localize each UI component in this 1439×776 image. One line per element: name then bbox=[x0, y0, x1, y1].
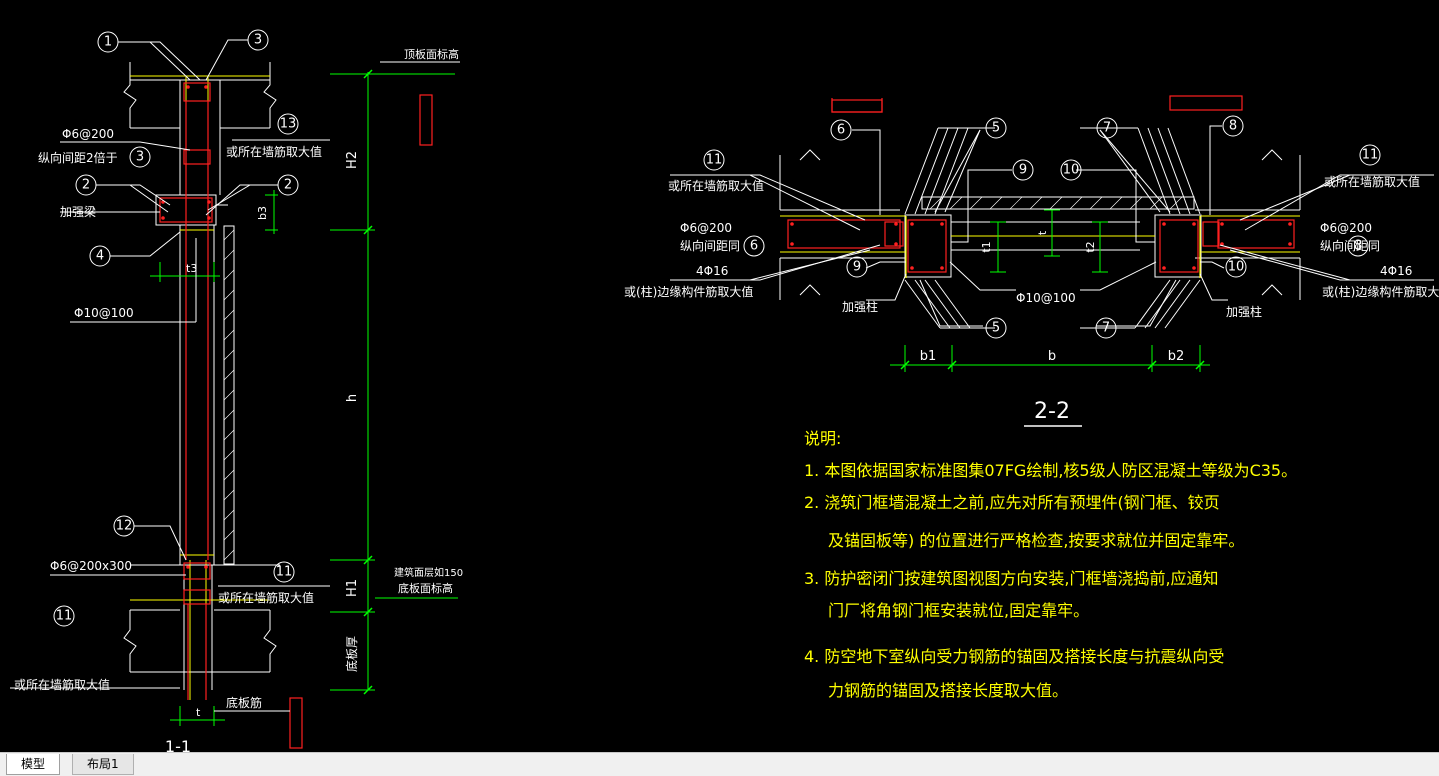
label-add-col-left: 加强柱 bbox=[842, 299, 878, 314]
section-2-2-title: 2-2 bbox=[1034, 399, 1070, 424]
tab-model[interactable]: 模型 bbox=[6, 754, 61, 775]
circle-3: 3 bbox=[254, 33, 262, 48]
label-long-same-left: 纵向间距同 bbox=[680, 238, 740, 253]
label-4phi16-left: 4Φ16 bbox=[696, 264, 728, 278]
note-3b: 门厂将角钢门框安装就位,固定靠牢。 bbox=[828, 601, 1089, 620]
circle-4: 4 bbox=[96, 249, 104, 264]
label-add-beam: 加强梁 bbox=[60, 204, 96, 219]
circle-7-top: 7 bbox=[1103, 121, 1111, 136]
label-phi6-200-right: Φ6@200 bbox=[1320, 221, 1372, 235]
label-phi6-200-left: Φ6@200 bbox=[680, 221, 732, 235]
label-or-edge-right: 或(柱)边缘构件筋取大值 bbox=[1322, 284, 1439, 299]
circle-9-bottom: 9 bbox=[853, 260, 861, 275]
circle-1: 1 bbox=[104, 35, 112, 50]
label-or-max-top: 或所在墙筋取大值 bbox=[226, 144, 322, 159]
label-long-spacing: 纵向间距2倍于 bbox=[38, 150, 118, 165]
notes-title: 说明: bbox=[804, 429, 841, 448]
note-4b: 力钢筋的锚固及搭接长度取大值。 bbox=[828, 681, 1068, 700]
dim-b1: b1 bbox=[920, 349, 937, 364]
section-1-1-title: 1-1 bbox=[165, 737, 191, 752]
dim-t3: t3 bbox=[186, 262, 197, 275]
dim-bottom-thk: 底板厚 bbox=[344, 636, 359, 672]
circle-5-bottom: 5 bbox=[992, 321, 1000, 336]
label-or-edge-left: 或(柱)边缘构件筋取大值 bbox=[624, 284, 753, 299]
circle-8: 8 bbox=[1229, 119, 1237, 134]
label-top-elev: 顶板面标高 bbox=[404, 47, 459, 61]
dim-t: t bbox=[1036, 230, 1049, 235]
circle-7-bottom: 7 bbox=[1102, 321, 1110, 336]
tab-layout-1[interactable]: 布局1 bbox=[72, 754, 134, 775]
cad-drawing-canvas[interactable]: 1 3 13 3 2 2 4 12 11 11 Φ6@200 纵向间距2倍于 或… bbox=[0, 0, 1439, 752]
circle-6: 6 bbox=[837, 123, 845, 138]
label-long-same-right: 纵向间距同 bbox=[1320, 238, 1380, 253]
layout-tab-bar: 模型 布局1 bbox=[0, 752, 1439, 776]
circle-9-top: 9 bbox=[1019, 163, 1027, 178]
label-4phi16-right: 4Φ16 bbox=[1380, 264, 1412, 278]
dim-b: b bbox=[1048, 349, 1056, 364]
dim-h: h bbox=[345, 394, 360, 402]
dim-b2: b2 bbox=[1168, 349, 1185, 364]
label-or-max-right: 或所在墙筋取大值 bbox=[1324, 174, 1420, 189]
circle-5-top: 5 bbox=[992, 121, 1000, 136]
label-phi10-100: Φ10@100 bbox=[74, 306, 134, 320]
note-4a: 4. 防空地下室纵向受力钢筋的锚固及搭接长度与抗震纵向受 bbox=[804, 647, 1224, 666]
label-or-max-bottom: 或所在墙筋取大值 bbox=[218, 590, 314, 605]
circle-10-bottom: 10 bbox=[1228, 260, 1245, 275]
label-bottom-elev: 底板面标高 bbox=[398, 581, 453, 595]
label-or-max-left: 或所在墙筋取大值 bbox=[14, 677, 110, 692]
circle-12: 12 bbox=[116, 519, 133, 534]
circle-13: 13 bbox=[280, 117, 297, 132]
dim-h1: H1 bbox=[345, 579, 360, 597]
dim-t1: t1 bbox=[980, 241, 993, 252]
circle-11-right: 11 bbox=[1362, 148, 1379, 163]
label-add-col-right: 加强柱 bbox=[1226, 304, 1262, 319]
circle-6-mid: 6 bbox=[750, 239, 758, 254]
note-2a: 2. 浇筑门框墙混凝土之前,应先对所有预埋件(钢门框、铰页 bbox=[804, 493, 1220, 512]
circle-2-right: 2 bbox=[284, 178, 292, 193]
circle-11-left: 11 bbox=[56, 609, 73, 624]
circle-3b: 3 bbox=[136, 150, 144, 165]
label-bottom-bar: 底板筋 bbox=[226, 695, 262, 710]
dim-b3: b3 bbox=[256, 206, 269, 220]
label-phi6-200: Φ6@200 bbox=[62, 127, 114, 141]
note-3a: 3. 防护密闭门按建筑图视图方向安装,门框墙浇捣前,应通知 bbox=[804, 569, 1219, 588]
circle-2-left: 2 bbox=[82, 178, 90, 193]
note-1: 1. 本图依据国家标准图集07FG绘制,核5级人防区混凝土等级为C35。 bbox=[804, 461, 1297, 480]
dim-t: t bbox=[196, 706, 201, 719]
circle-11-left: 11 bbox=[706, 153, 723, 168]
dim-t2: t2 bbox=[1084, 241, 1097, 252]
circle-11-right: 11 bbox=[276, 565, 293, 580]
circle-10-top: 10 bbox=[1063, 163, 1080, 178]
dim-h2: H2 bbox=[345, 151, 360, 169]
label-or-max-left: 或所在墙筋取大值 bbox=[668, 178, 764, 193]
label-phi6-200x300: Φ6@200x300 bbox=[50, 559, 132, 573]
label-phi10-100: Φ10@100 bbox=[1016, 291, 1076, 305]
note-2b: 及锚固板等) 的位置进行严格检查,按要求就位并固定靠牢。 bbox=[828, 531, 1244, 550]
label-floor-elev-note: 建筑面层如150 bbox=[394, 566, 463, 579]
